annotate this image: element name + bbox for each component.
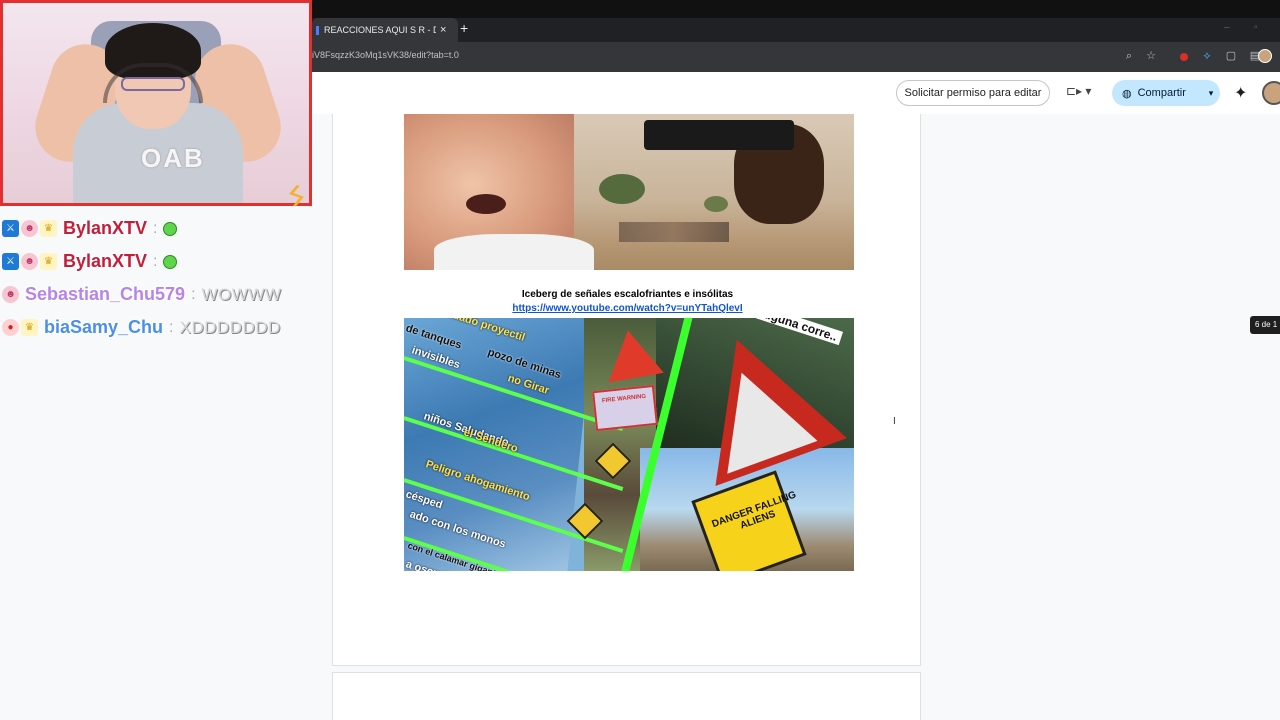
browser-tab-strip: REACCIONES AQUI S R - Docum × + – ▫	[312, 18, 1280, 42]
tab-close-icon[interactable]: ×	[440, 24, 446, 36]
browser-tab-active[interactable]: REACCIONES AQUI S R - Docum ×	[312, 18, 458, 42]
page-counter-badge: 6 de 1	[1250, 316, 1280, 334]
profile-avatar-icon[interactable]	[1258, 49, 1272, 63]
gemini-spark-icon[interactable]: ✦	[1234, 83, 1247, 103]
shirt-logo-text: OAB	[141, 143, 205, 173]
mod-sword-icon: ⚔	[2, 253, 19, 270]
chat-message: ☻ Sebastian_Chu579 : WOWWW	[0, 278, 330, 311]
chat-separator: :	[169, 318, 174, 336]
extensions-puzzle-icon[interactable]: ▢	[1224, 49, 1238, 63]
chat-username: BylanXTV	[63, 218, 148, 238]
share-dropdown-icon[interactable]: ▾	[1202, 80, 1220, 106]
chat-username: BylanXTV	[63, 251, 148, 271]
docs-header: Solicitar permiso para editar ⊏▸ ▾ ◍ Com…	[312, 72, 1280, 114]
chat-username: Sebastian_Chu579	[25, 284, 186, 304]
fanclub-badge-icon: ☻	[21, 253, 38, 270]
video-link[interactable]: https://www.youtube.com/watch?v=unYTahQl…	[333, 303, 922, 314]
meet-camera-icon[interactable]: ⊏▸ ▾	[1066, 84, 1096, 102]
chat-username: biaSamy_Chu	[44, 317, 164, 337]
maximize-icon[interactable]: ▫	[1254, 22, 1258, 33]
mod-sword-icon: ⚔	[2, 220, 19, 237]
chat-separator: :	[191, 285, 196, 303]
zoom-icon[interactable]: ⌕	[1122, 49, 1136, 63]
crown-icon: ♛	[21, 319, 38, 336]
chat-separator: :	[153, 219, 158, 237]
screen: REACCIONES AQUI S R - Docum × + – ▫ iV8F…	[0, 0, 1280, 720]
globe-icon: ◍	[1122, 87, 1132, 100]
green-emote-icon	[163, 254, 178, 269]
video-title: Iceberg de señales escalofriantes e insó…	[521, 289, 734, 300]
document-next-page[interactable]	[332, 672, 921, 720]
stream-chat: ⚔ ☻ ♛ BylanXTV : ⚔ ☻ ♛ BylanXTV : ☻ Seba…	[0, 212, 330, 344]
chat-message: ⚔ ☻ ♛ BylanXTV :	[0, 245, 330, 278]
chat-message: ⚔ ☻ ♛ BylanXTV :	[0, 212, 330, 245]
share-label: Compartir	[1137, 87, 1186, 99]
fanclub-badge-icon: ☻	[21, 220, 38, 237]
bookmark-star-icon[interactable]: ☆	[1144, 49, 1158, 63]
fanclub-badge-icon: ☻	[2, 286, 19, 303]
request-edit-button[interactable]: Solicitar permiso para editar	[896, 80, 1050, 106]
chat-text: WOWWW	[201, 284, 282, 304]
extension-red-icon[interactable]	[1180, 53, 1188, 61]
document-page[interactable]: Iceberg de señales escalofriantes e insó…	[332, 114, 921, 666]
docs-favicon-icon	[316, 25, 319, 35]
tab-title: REACCIONES AQUI S R - Docum	[324, 25, 436, 35]
crown-icon: ♛	[40, 220, 57, 237]
iceberg-thumbnail-image: FIRE WARNING DANGER FALLING ALIENS algun…	[404, 318, 854, 571]
new-tab-button[interactable]: +	[460, 20, 468, 36]
url-field[interactable]: iV8FsqzzK3oMq1sVK38/edit?tab=t.0	[312, 50, 459, 60]
chat-separator: :	[153, 252, 158, 270]
warning-sign-icon	[600, 325, 664, 383]
green-emote-icon	[163, 221, 178, 236]
strawberry-icon: ●	[2, 319, 19, 336]
fire-warning-sign: FIRE WARNING	[592, 384, 658, 432]
address-bar: iV8FsqzzK3oMq1sVK38/edit?tab=t.0 ⌕ ☆ ⟡ ▢…	[312, 42, 1280, 72]
minimize-icon[interactable]: –	[1224, 22, 1230, 33]
crown-icon: ♛	[40, 253, 57, 270]
extension-translate-icon[interactable]: ⟡	[1200, 49, 1214, 63]
text-cursor-icon: I	[893, 416, 896, 427]
chat-text: XDDDDDDD	[179, 317, 281, 337]
account-avatar[interactable]	[1262, 81, 1280, 105]
chat-message: ● ♛ biaSamy_Chu : XDDDDDDD	[0, 311, 330, 344]
webcam-overlay: OAB	[0, 0, 312, 206]
video-frame-image	[404, 114, 854, 270]
